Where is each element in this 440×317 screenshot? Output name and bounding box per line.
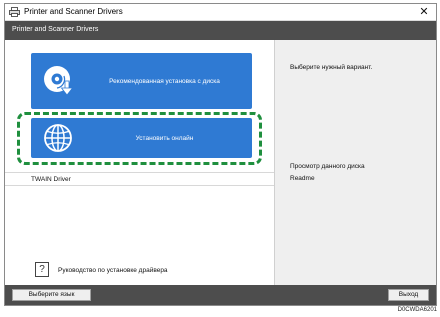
options-pane: Рекомендованная установка с диска Устано… [5,40,274,285]
disc-download-icon [44,66,74,96]
twain-driver-item[interactable]: TWAIN Driver [31,176,71,183]
instruction-text: Выберите нужный вариант. [290,64,373,71]
exit-button[interactable]: Выход [388,289,429,301]
help-icon[interactable]: ? [35,262,49,277]
close-button[interactable]: ✕ [418,5,430,19]
readme-link[interactable]: Readme [290,175,315,182]
window-title: Printer and Scanner Drivers [24,7,123,16]
browse-disc-link[interactable]: Просмотр данного диска [290,163,365,170]
divider [5,185,274,186]
installer-window: Printer and Scanner Drivers ✕ Printer an… [4,3,437,306]
figure-code: D0CWDA6201 [397,307,437,313]
title-bar: Printer and Scanner Drivers ✕ [5,4,436,21]
printer-icon [9,7,20,17]
highlight-frame [17,112,262,165]
bottom-bar: Выберите язык Выход [5,285,436,305]
divider [5,172,274,173]
header-band: Printer and Scanner Drivers [5,21,436,40]
select-language-button[interactable]: Выберите язык [12,289,91,301]
recommended-install-label: Рекомендованная установка с диска [109,77,220,85]
driver-install-guide-link[interactable]: Руководство по установке драйвера [58,267,168,274]
header-title: Printer and Scanner Drivers [12,26,99,33]
info-pane: Выберите нужный вариант. Просмотр данног… [274,40,436,285]
recommended-install-button[interactable]: Рекомендованная установка с диска [31,53,252,109]
